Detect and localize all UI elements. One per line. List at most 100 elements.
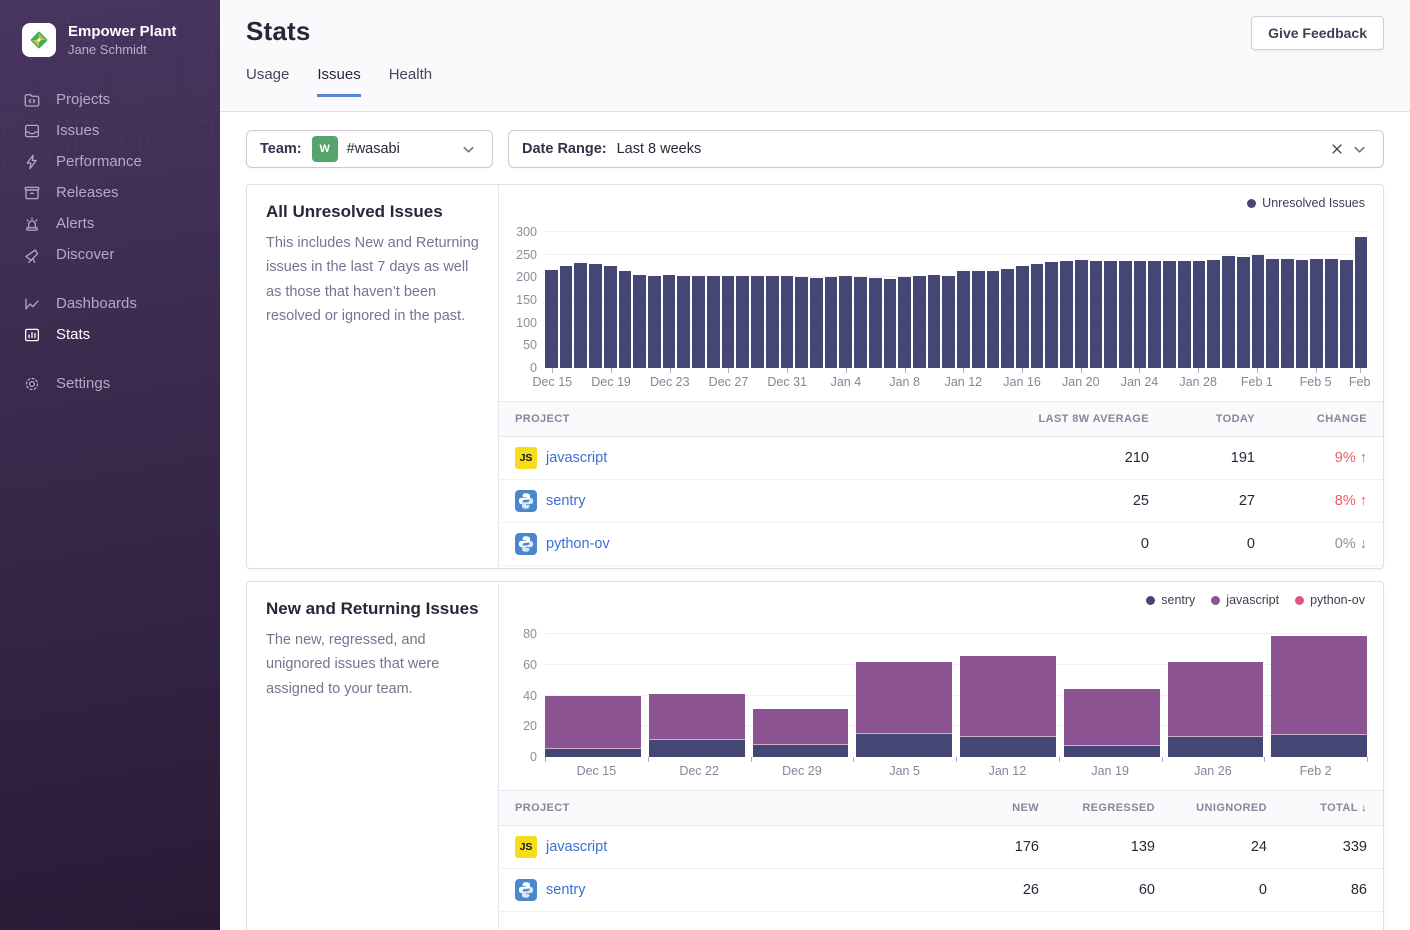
table-header-row: Project Last 8w Average Today Change — [499, 402, 1383, 437]
x-axis-label: Jan 5 — [889, 764, 920, 778]
today-value: 0 — [1165, 523, 1271, 566]
x-tick — [1059, 757, 1060, 762]
sidebar-item-performance[interactable]: Performance — [0, 146, 220, 177]
project-link[interactable]: sentry — [546, 882, 586, 898]
clear-icon[interactable] — [1326, 138, 1348, 160]
bar — [1119, 261, 1132, 368]
stacked-bar — [1271, 636, 1367, 757]
bar — [869, 278, 882, 368]
new-returning-issues-table: Project New Regressed Unignored Total ↓ … — [499, 790, 1383, 912]
column-header-total[interactable]: Total ↓ — [1283, 791, 1383, 826]
bar — [663, 275, 676, 368]
x-tick — [1081, 368, 1082, 373]
bar — [604, 266, 617, 368]
column-header-regressed[interactable]: Regressed — [1055, 791, 1171, 826]
table-row: sentry 25 27 8% ↑ — [499, 480, 1383, 523]
bar — [707, 276, 720, 368]
sidebar-item-stats[interactable]: Stats — [0, 319, 220, 350]
bar — [545, 270, 558, 368]
arrow-up-icon: ↑ — [1360, 493, 1367, 509]
bar — [884, 279, 897, 368]
bar — [1193, 261, 1206, 368]
sidebar-item-releases[interactable]: Releases — [0, 177, 220, 208]
stacked-bar — [1168, 662, 1264, 757]
unignored-value: 24 — [1171, 826, 1283, 869]
bar — [1090, 261, 1103, 368]
x-tick — [728, 368, 729, 373]
panel-title: New and Returning Issues — [266, 599, 479, 619]
x-axis: Dec 15Dec 22Dec 29Jan 5Jan 12Jan 19Jan 2… — [545, 757, 1367, 784]
filter-bar: Team: W #wasabi Date Range: Last 8 weeks — [246, 130, 1384, 168]
panel-description-column: New and Returning Issues The new, regres… — [247, 582, 499, 930]
bar — [1355, 237, 1368, 368]
bar — [1148, 261, 1161, 368]
y-axis-label: 20 — [523, 719, 537, 733]
tab-usage[interactable]: Usage — [246, 66, 289, 97]
sort-down-icon: ↓ — [1361, 802, 1367, 814]
tab-health[interactable]: Health — [389, 66, 432, 97]
project-link[interactable]: javascript — [546, 450, 607, 466]
main-area: Stats Give Feedback Usage Issues Health … — [220, 0, 1410, 930]
legend-item-unresolved-issues[interactable]: Unresolved Issues — [1247, 195, 1365, 211]
y-axis-label: 50 — [523, 338, 537, 352]
x-axis-label: Feb 2 — [1300, 764, 1332, 778]
column-header-unignored[interactable]: Unignored — [1171, 791, 1283, 826]
x-axis-label: Feb 1 — [1241, 375, 1273, 389]
column-header-change[interactable]: Change — [1271, 402, 1383, 437]
bar-segment-javascript — [960, 656, 1056, 737]
new-returning-issues-chart: sentryjavascriptpython-ov 020406080 Dec … — [499, 582, 1383, 784]
x-tick — [1162, 757, 1163, 762]
legend-item-sentry[interactable]: sentry — [1146, 592, 1195, 608]
x-axis: Dec 15Dec 19Dec 23Dec 27Dec 31Jan 4Jan 8… — [545, 368, 1367, 395]
table-row: JS javascript 210 191 9% ↑ — [499, 437, 1383, 480]
bar-segment-javascript — [649, 694, 745, 740]
column-header-today[interactable]: Today — [1165, 402, 1271, 437]
sidebar-item-issues[interactable]: Issues — [0, 115, 220, 146]
legend-item-python-ov[interactable]: python-ov — [1295, 592, 1365, 608]
today-value: 27 — [1165, 480, 1271, 523]
legend-dot — [1295, 596, 1304, 605]
y-axis-label: 80 — [523, 627, 537, 641]
bar-segment-sentry — [753, 745, 849, 757]
y-axis-label: 0 — [530, 750, 537, 764]
project-link[interactable]: python-ov — [546, 536, 610, 552]
regressed-value: 139 — [1055, 826, 1171, 869]
sidebar-item-alerts[interactable]: Alerts — [0, 208, 220, 239]
bar — [987, 271, 1000, 368]
legend-item-javascript[interactable]: javascript — [1211, 592, 1279, 608]
project-link[interactable]: javascript — [546, 839, 607, 855]
bar — [1134, 261, 1147, 368]
project-link[interactable]: sentry — [546, 493, 586, 509]
bar — [722, 276, 735, 368]
team-select[interactable]: Team: W #wasabi — [246, 130, 493, 168]
date-range-select[interactable]: Date Range: Last 8 weeks — [508, 130, 1384, 168]
x-axis-label: Dec 19 — [591, 375, 631, 389]
legend-label: sentry — [1161, 593, 1195, 607]
chart-plot — [545, 218, 1367, 368]
column-header-project[interactable]: Project — [499, 791, 951, 826]
column-header-new[interactable]: New — [951, 791, 1055, 826]
chevron-down-icon[interactable] — [457, 138, 479, 160]
tab-issues[interactable]: Issues — [317, 66, 360, 97]
bar — [619, 271, 632, 368]
sidebar-item-projects[interactable]: Projects — [0, 84, 220, 115]
x-tick — [963, 368, 964, 373]
arrow-up-icon: ↑ — [1360, 450, 1367, 466]
sidebar-item-label: Releases — [56, 184, 119, 201]
column-header-avg[interactable]: Last 8w Average — [955, 402, 1165, 437]
bar-segment-javascript — [753, 709, 849, 744]
column-header-project[interactable]: Project — [499, 402, 955, 437]
stacked-bar — [960, 656, 1056, 757]
sidebar-item-dashboards[interactable]: Dashboards — [0, 288, 220, 319]
projects-icon — [23, 91, 41, 109]
bar — [795, 277, 808, 368]
x-axis-label: Dec 15 — [577, 764, 617, 778]
sidebar-item-discover[interactable]: Discover — [0, 239, 220, 270]
give-feedback-button[interactable]: Give Feedback — [1251, 16, 1384, 50]
sidebar-item-settings[interactable]: Settings — [0, 368, 220, 399]
chevron-down-icon[interactable] — [1348, 138, 1370, 160]
sidebar-item-label: Dashboards — [56, 295, 137, 312]
x-tick — [787, 368, 788, 373]
sidebar-nav: Projects Issues Performance Releases Ale… — [0, 84, 220, 399]
org-switcher[interactable]: Empower Plant Jane Schmidt — [0, 22, 220, 58]
